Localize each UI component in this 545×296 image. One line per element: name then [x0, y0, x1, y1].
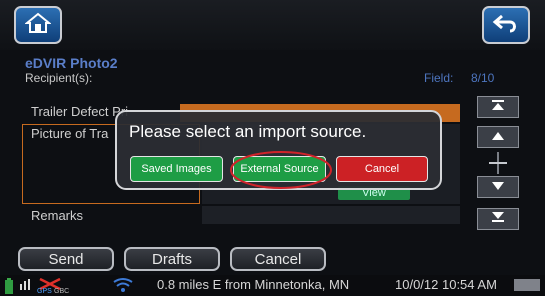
top-bar: [0, 0, 545, 50]
field-label: Field:: [424, 71, 454, 85]
status-bar: GPS GBC 0.8 miles E from Minnetonka, MN …: [0, 275, 545, 296]
datetime-text: 10/0/12 10:54 AM: [395, 277, 497, 292]
trailer-defect-label: Trailer Defect Pri: [31, 104, 129, 119]
dialog-cancel-button[interactable]: Cancel: [336, 156, 428, 182]
remarks-label: Remarks: [31, 208, 84, 223]
location-text: 0.8 miles E from Minnetonka, MN: [157, 277, 350, 292]
scroll-top-icon: [490, 98, 506, 116]
page-title: eDVIR Photo2: [25, 55, 118, 71]
battery-icon: [4, 278, 14, 296]
scroll-controls: [477, 96, 519, 234]
remarks-field[interactable]: [202, 206, 460, 224]
picture-label: Picture of Tra: [31, 126, 109, 141]
scroll-thumb[interactable]: [489, 162, 507, 164]
drafts-button[interactable]: Drafts: [124, 247, 220, 271]
highlight-circle: [229, 150, 333, 195]
field-position: 8/10: [471, 71, 495, 85]
keyboard-icon[interactable]: [514, 279, 540, 291]
scroll-down-button[interactable]: [477, 176, 519, 198]
back-arrow-icon: [492, 13, 520, 38]
scroll-bottom-icon: [490, 210, 506, 228]
home-icon: [24, 12, 52, 39]
scroll-up-button[interactable]: [477, 126, 519, 148]
footer-cancel-button[interactable]: Cancel: [230, 247, 326, 271]
scroll-bottom-button[interactable]: [477, 208, 519, 230]
wifi-icon: [112, 277, 134, 296]
scroll-up-icon: [490, 128, 506, 146]
gps-label: GPS: [37, 288, 52, 295]
scroll-top-button[interactable]: [477, 96, 519, 118]
back-button[interactable]: [482, 6, 530, 44]
scroll-down-icon: [490, 178, 506, 196]
gbc-label: GBC: [54, 288, 70, 295]
screen: eDVIR Photo2 Recipient(s): Field: 8/10 T…: [0, 0, 545, 296]
saved-images-button[interactable]: Saved Images: [130, 156, 223, 182]
send-button[interactable]: Send: [18, 247, 114, 271]
import-source-dialog: Please select an import source. Saved Im…: [115, 110, 442, 190]
dialog-title: Please select an import source.: [129, 122, 367, 141]
recipients-label: Recipient(s):: [25, 71, 93, 85]
signal-icon: [18, 277, 36, 295]
home-button[interactable]: [14, 6, 62, 44]
